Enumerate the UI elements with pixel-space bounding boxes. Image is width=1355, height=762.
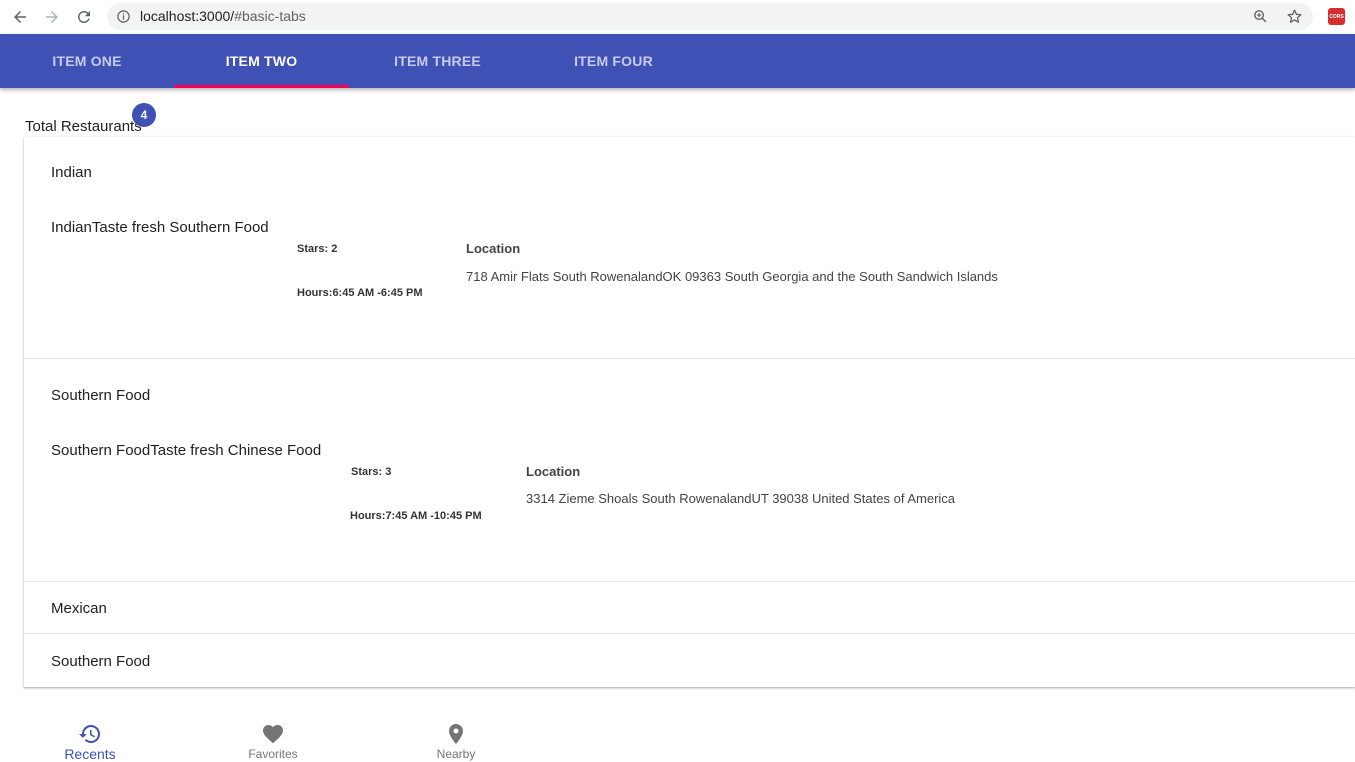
hours-text: Hours:7:45 AM -10:45 PM: [350, 510, 482, 522]
hours-text: Hours:6:45 AM -6:45 PM: [297, 287, 423, 299]
back-button[interactable]: [8, 5, 32, 29]
location-address: 718 Amir Flats South RowenalandOK 09363 …: [466, 269, 998, 284]
bottom-navigation: Recents Favorites Nearby: [0, 712, 1355, 762]
tab-indicator: [174, 85, 349, 88]
restaurant-panel-southern-food-2[interactable]: Southern Food: [24, 634, 1355, 687]
restaurant-panel-mexican[interactable]: Mexican: [24, 582, 1355, 634]
extension-label: CORS: [1329, 13, 1344, 20]
arrow-right-icon: [46, 11, 58, 23]
bottom-nav-recents[interactable]: Recents: [20, 712, 160, 762]
reload-button[interactable]: [72, 5, 96, 29]
location-label: Location: [466, 241, 521, 256]
tab-label: Item Three: [394, 53, 481, 69]
panel-summary[interactable]: Southern Food: [51, 387, 150, 404]
address-bar[interactable]: localhost:3000/#basic-tabs: [107, 3, 1313, 30]
url-text[interactable]: localhost:3000/#basic-tabs: [140, 8, 306, 24]
forward-button[interactable]: [40, 5, 64, 29]
tab-label: Item Four: [574, 53, 653, 69]
restaurant-name: Southern FoodTaste fresh Chinese Food: [51, 442, 322, 459]
restaurant-panel-indian: Indian IndianTaste fresh Southern Food S…: [24, 137, 1355, 359]
tab-item-one[interactable]: Item One: [0, 34, 174, 88]
info-icon[interactable]: [116, 9, 131, 24]
zoom-icon[interactable]: [1252, 8, 1269, 25]
url-path: #basic-tabs: [234, 8, 306, 24]
restaurant-count-badge: 4: [132, 103, 156, 127]
restaurant-list: Indian IndianTaste fresh Southern Food S…: [24, 137, 1355, 687]
restaurant-name: IndianTaste fresh Southern Food: [51, 219, 269, 236]
cors-extension-icon[interactable]: CORS: [1328, 8, 1345, 25]
location-label: Location: [526, 464, 581, 479]
reload-icon: [77, 10, 90, 23]
bottom-nav-favorites[interactable]: Favorites: [203, 712, 343, 761]
panel-summary[interactable]: Indian: [51, 164, 92, 181]
bottom-nav-nearby[interactable]: Nearby: [386, 712, 526, 761]
bottom-nav-label: Nearby: [436, 747, 476, 761]
tab-label: Item Two: [225, 53, 298, 69]
panel-summary: Mexican: [51, 600, 107, 617]
stars-text: Stars: 2: [297, 243, 338, 255]
heart-icon: [263, 725, 283, 744]
location-address: 3314 Zieme Shoals South RowenalandUT 390…: [526, 491, 956, 506]
tab-bar: Item One Item Two Item Three Item Four: [0, 34, 1355, 88]
restaurant-panel-southern-food: Southern Food Southern FoodTaste fresh C…: [24, 359, 1355, 582]
tab-item-three[interactable]: Item Three: [349, 34, 526, 88]
tab-item-two[interactable]: Item Two: [174, 34, 349, 88]
arrow-left-icon: [14, 11, 26, 23]
bottom-nav-label: Favorites: [248, 747, 298, 761]
url-host: localhost:3000/: [140, 8, 235, 24]
total-restaurants-label: Total Restaurants: [25, 118, 142, 135]
tab-item-four[interactable]: Item Four: [526, 34, 701, 88]
tab-label: Item One: [52, 53, 122, 69]
stars-text: Stars: 3: [351, 466, 392, 478]
panel-summary: Southern Food: [51, 653, 151, 670]
location-pin-icon: [449, 724, 463, 744]
star-icon[interactable]: [1286, 8, 1303, 25]
browser-toolbar: localhost:3000/#basic-tabs CORS: [0, 0, 1355, 34]
history-icon: [79, 725, 100, 743]
